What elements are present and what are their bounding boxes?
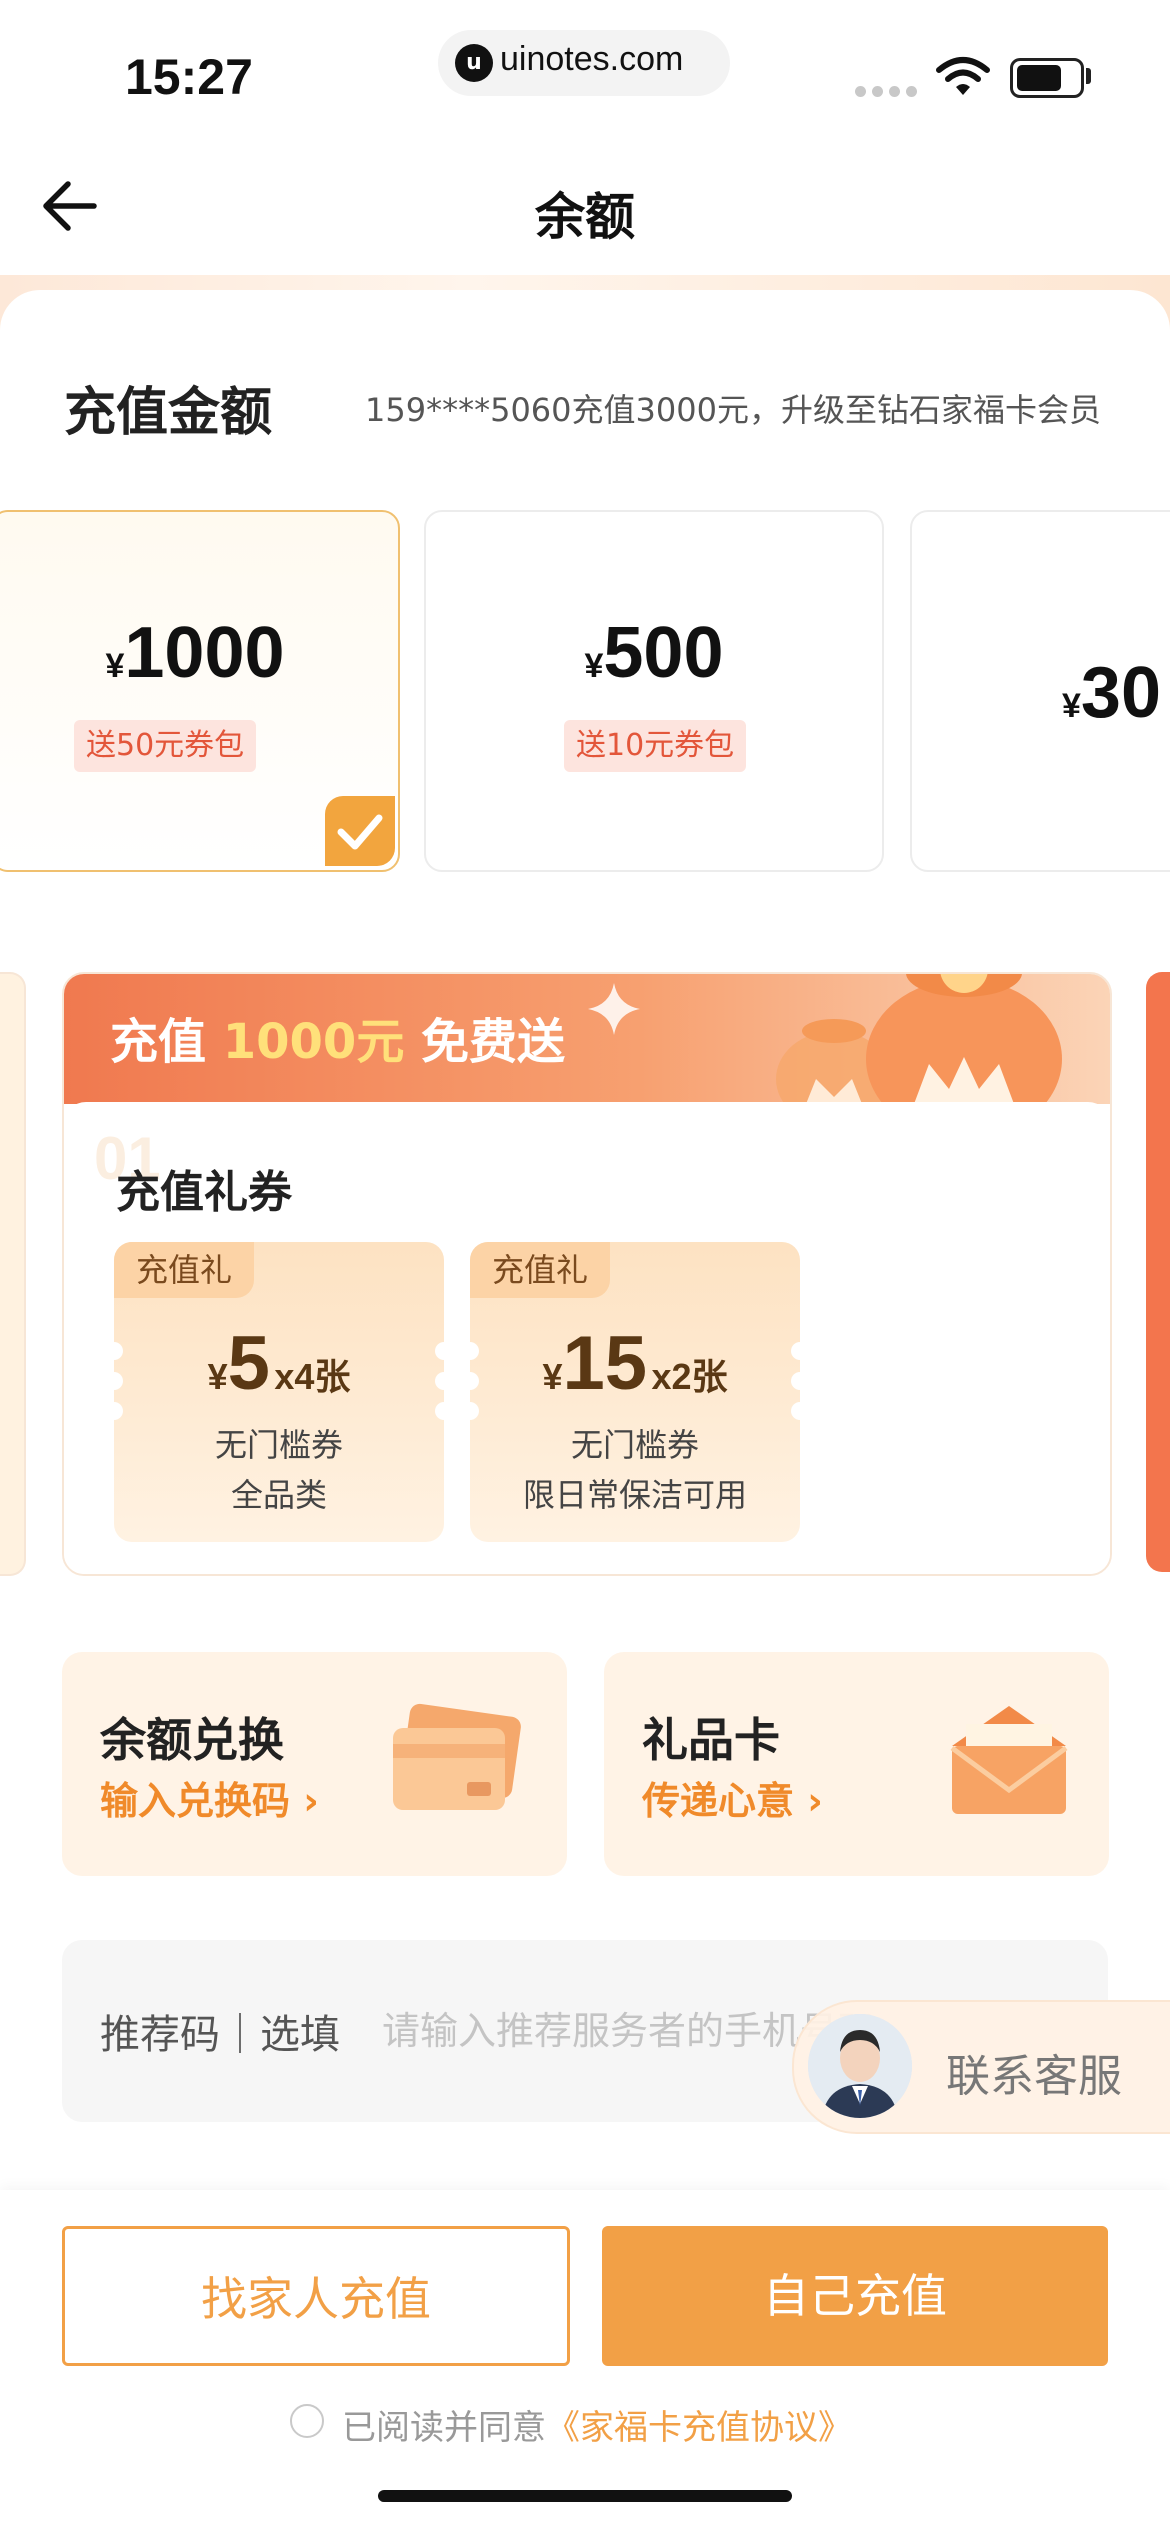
coupon-card: 充值礼 ¥5 x4张 无门槛券 全品类 [105,1242,453,1542]
tier-bonus-badge: 送10元券包 [564,720,747,772]
coupon-value: ¥15 x2张 [542,1321,728,1406]
promo-banner: 充值 1000元 免费送 01 充值礼券 充值礼 ¥5 x4张 无门槛券 全品类… [62,972,1112,1576]
coupon-value: ¥5 x4张 [207,1321,351,1406]
coupon-tag: 充值礼 [470,1242,611,1298]
gift-card-title: 礼品卡 [642,1713,780,1767]
coupon-type: 无门槛券 [570,1426,699,1464]
balance-exchange-card[interactable]: 余额兑换 输入兑换码 › [62,1652,567,1876]
envelope-icon [950,1706,1068,1814]
tier-card-300[interactable]: ¥30 [910,510,1170,872]
coupon-scope: 限日常保洁可用 [522,1476,747,1514]
balance-exchange-title: 余额兑换 [100,1713,284,1767]
tier-price: ¥30 [1062,653,1162,733]
tier-price: ¥500 [584,613,724,693]
check-icon [337,814,383,850]
back-arrow-icon[interactable] [40,180,100,232]
tier-price: ¥1000 [105,613,285,693]
agreement-link[interactable]: 《家福卡充值协议》 [546,2408,852,2448]
battery-icon [1010,58,1084,98]
self-recharge-button[interactable]: 自己充值 [602,2226,1108,2366]
enter-code-link[interactable]: 输入兑换码 › [100,1770,319,1825]
agreement-radio[interactable] [290,2404,324,2438]
coupon-type: 无门槛券 [214,1426,343,1464]
wifi-icon [936,57,990,95]
card-icon [393,1703,521,1810]
family-recharge-button[interactable]: 找家人充值 [62,2226,570,2366]
next-promo-peek[interactable] [1146,972,1170,1572]
home-indicator[interactable] [378,2490,792,2502]
upgrade-note: 159****5060充值3000元，升级至钻石家福卡会员 [365,391,1101,429]
prev-promo-peek[interactable] [0,972,26,1576]
url-text[interactable]: uinotes.com [500,40,683,79]
cellular-signal-icon [855,82,923,101]
customer-service-button[interactable]: 联系客服 [792,2000,1170,2134]
status-time: 15:27 [125,49,253,105]
tier-bonus-badge: 送50元券包 [74,720,257,772]
referral-label: 推荐码｜选填 [100,2012,340,2058]
promo-headline: 充值 1000元 免费送 [110,1014,566,1070]
agreement-text: 已阅读并同意《家福卡充值协议》 [342,2408,852,2448]
battery-tip [1086,68,1091,84]
gift-card-card[interactable]: 礼品卡 传递心意 › [604,1652,1109,1876]
selected-check-badge [325,796,395,866]
money-bag-icon [776,974,1062,1114]
site-logo-icon: u [455,44,493,82]
avatar [808,2014,912,2118]
sparkle-icon [588,983,640,1035]
coupon-scope: 全品类 [230,1476,327,1514]
customer-service-label: 联系客服 [946,2051,1122,2102]
page-title: 余额 [535,188,635,246]
send-gift-link[interactable]: 传递心意 › [642,1770,823,1825]
coupon-section-title: 充值礼券 [116,1167,292,1218]
recharge-amount-title: 充值金额 [64,383,273,443]
coupon-tag: 充值礼 [114,1242,255,1298]
tier-card-500[interactable]: ¥500 送10元券包 [424,510,884,872]
coupon-card: 充值礼 ¥15 x2张 无门槛券 限日常保洁可用 [461,1242,809,1542]
